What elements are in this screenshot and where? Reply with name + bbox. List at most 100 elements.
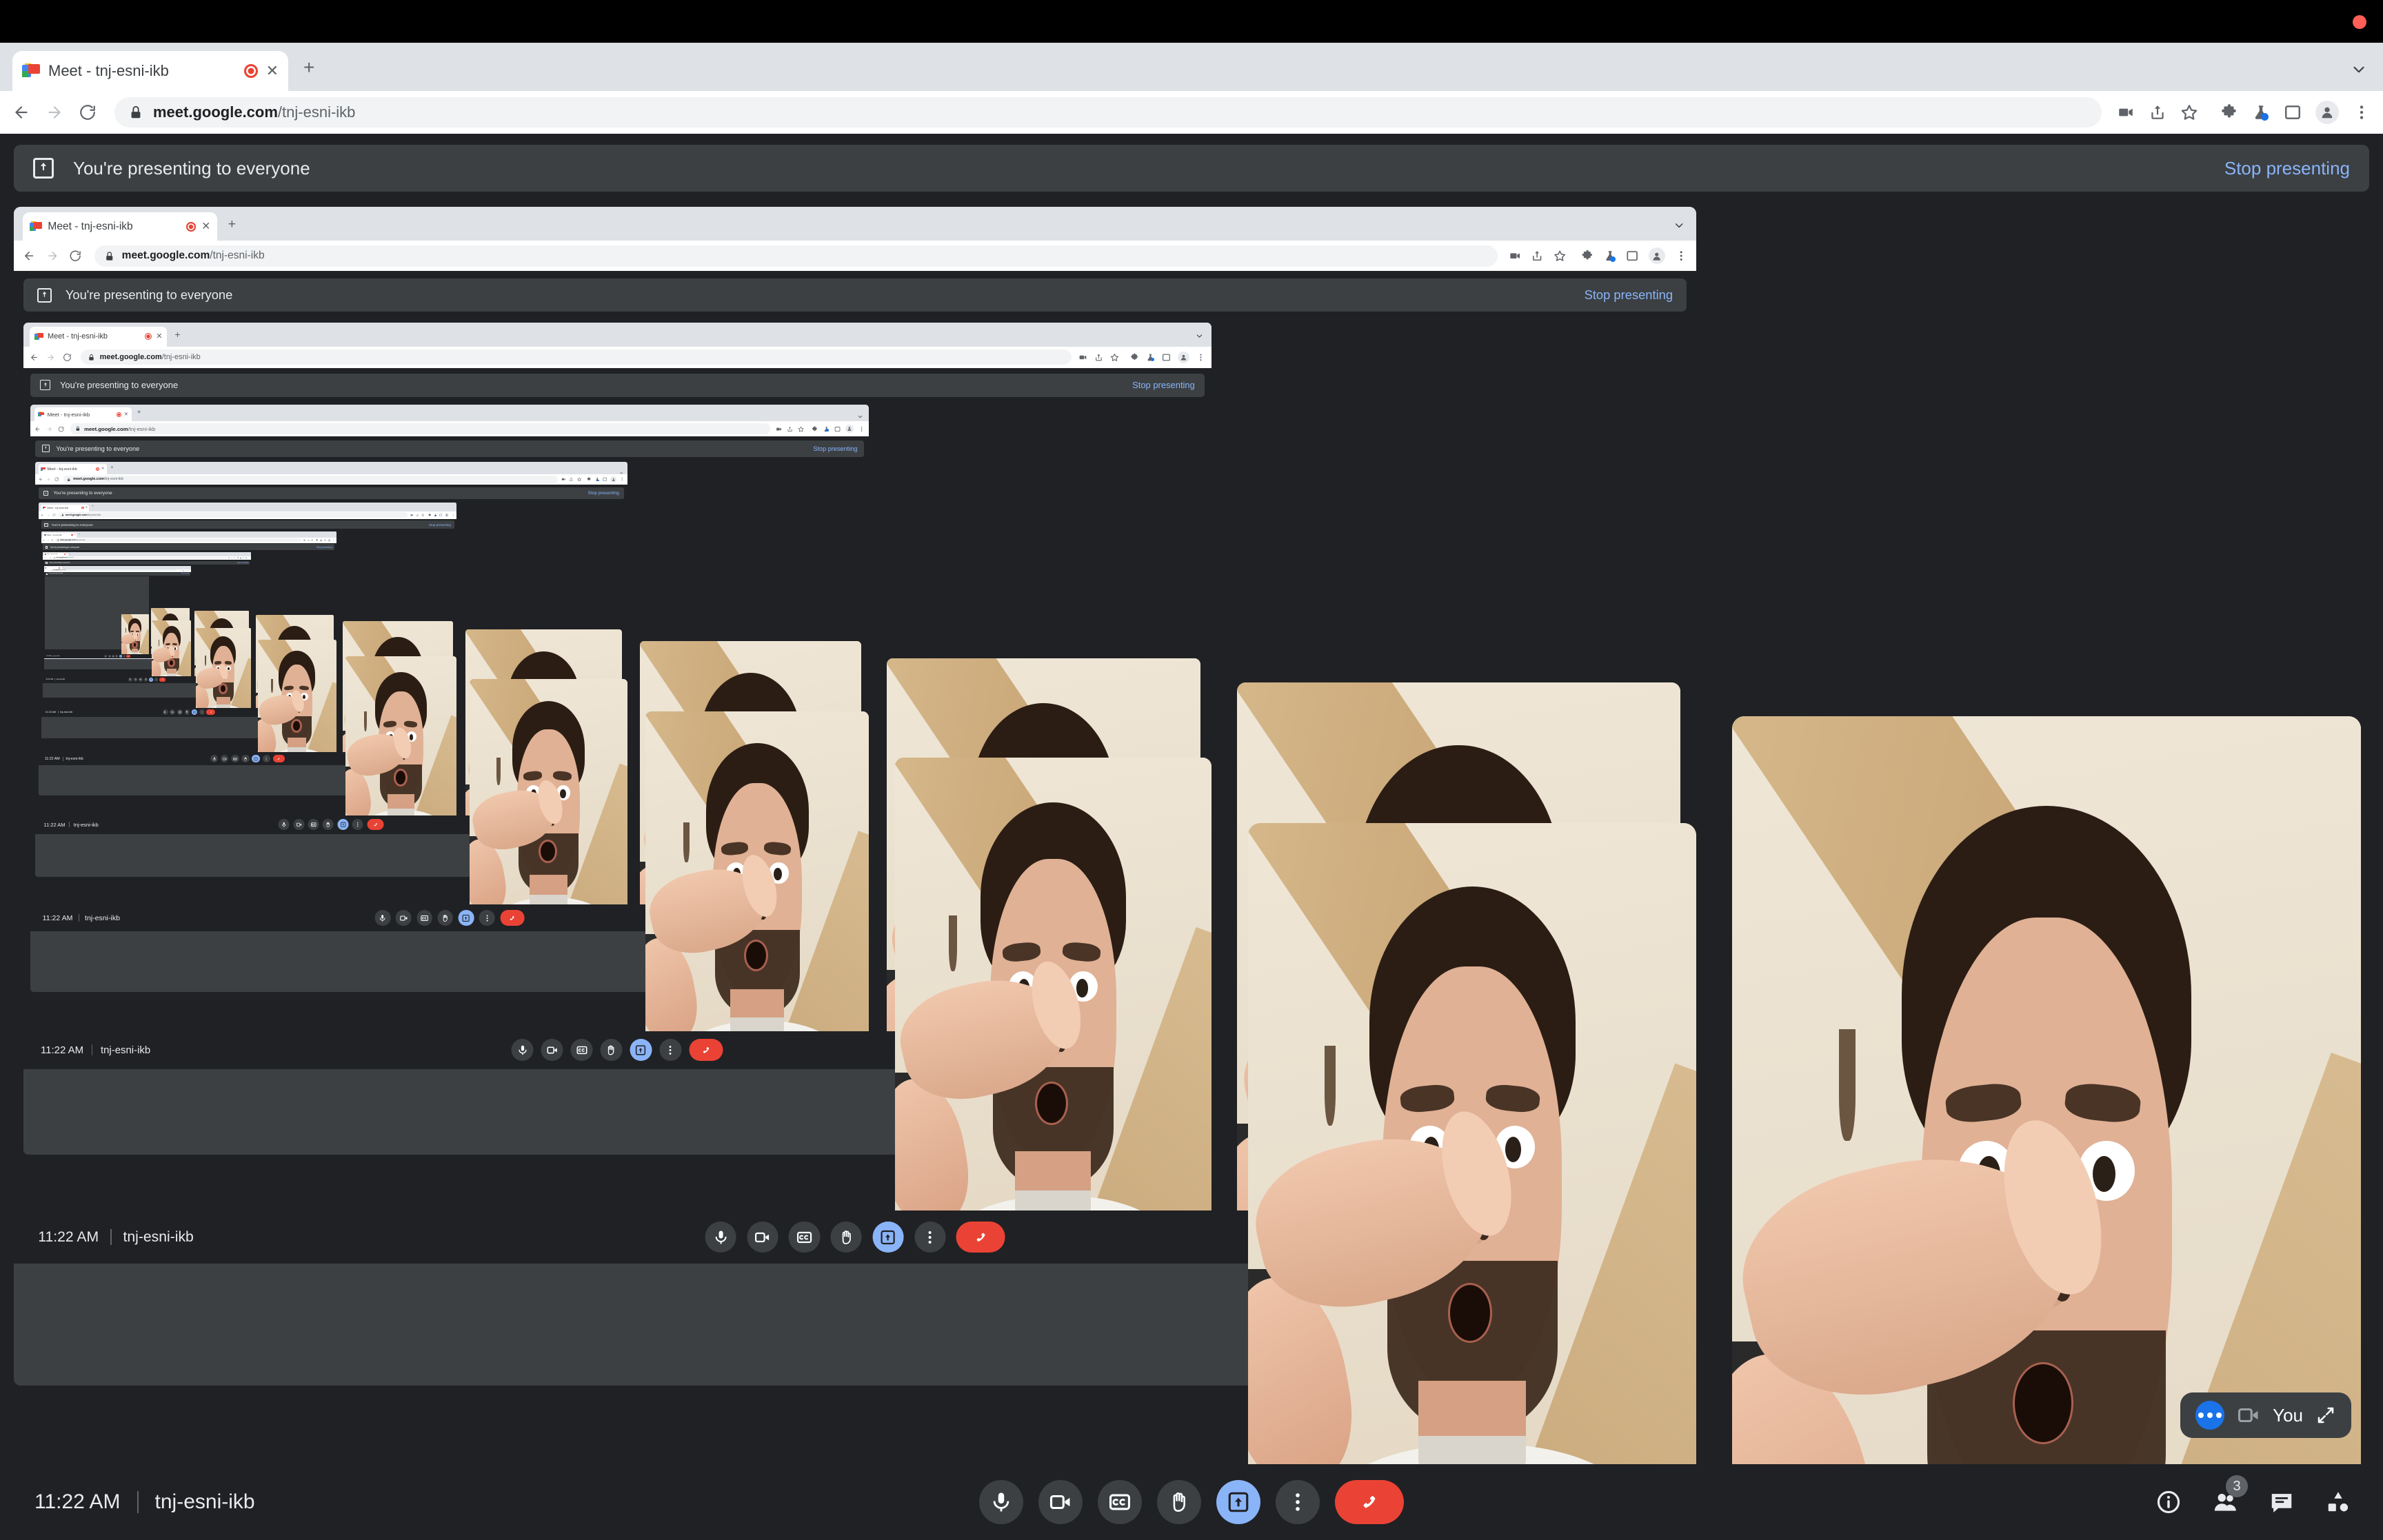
new-tab-button[interactable]: + — [303, 58, 314, 77]
recording-dot-icon[interactable] — [71, 534, 73, 536]
media-cast-icon[interactable] — [174, 570, 176, 571]
leave-call-button[interactable] — [500, 910, 525, 926]
captions-button[interactable] — [177, 709, 183, 716]
leave-call-button[interactable] — [689, 1039, 723, 1062]
more-options-button[interactable] — [122, 655, 125, 658]
close-icon[interactable]: ✕ — [101, 467, 105, 471]
chat-button[interactable] — [2269, 1489, 2295, 1515]
share-icon[interactable] — [1531, 250, 1543, 262]
self-view-pill[interactable]: You — [2180, 1392, 2351, 1438]
present-now-button[interactable] — [119, 655, 122, 658]
experiments-flask-icon[interactable] — [1604, 250, 1616, 262]
address-bar[interactable]: meet.google.com/tnj-esni-ikb — [59, 512, 408, 518]
leave-call-button[interactable] — [126, 655, 131, 658]
recording-dot-icon[interactable] — [95, 467, 99, 471]
side-panel-icon[interactable] — [242, 557, 244, 559]
raise-hand-button[interactable] — [143, 677, 148, 682]
raise-hand-button[interactable] — [241, 755, 250, 763]
reload-button[interactable] — [50, 557, 52, 559]
media-cast-icon[interactable] — [776, 426, 782, 432]
participant-tile-1[interactable]: François Beaufort — [195, 628, 252, 718]
raise-hand-button[interactable] — [115, 655, 119, 658]
new-tab-button[interactable]: + — [110, 465, 113, 471]
forward-button[interactable] — [47, 514, 50, 517]
experiments-flask-icon[interactable] — [434, 514, 437, 517]
participant-tile-1[interactable]: François Beaufort — [470, 678, 627, 931]
bookmark-star-icon[interactable] — [179, 569, 180, 571]
profile-avatar-icon[interactable] — [2315, 101, 2339, 124]
back-button[interactable] — [43, 557, 46, 559]
profile-avatar-icon[interactable] — [187, 569, 189, 571]
profile-avatar-icon[interactable] — [845, 425, 854, 434]
address-bar[interactable]: meet.google.com/tnj-esni-ikb — [52, 556, 227, 560]
profile-avatar-icon[interactable] — [245, 556, 248, 559]
microphone-button[interactable] — [128, 677, 132, 682]
present-now-button[interactable] — [337, 819, 349, 831]
leave-call-button[interactable] — [367, 819, 384, 831]
extensions-puzzle-icon[interactable] — [2220, 103, 2238, 121]
experiments-flask-icon[interactable] — [2252, 103, 2270, 121]
reload-button[interactable] — [50, 539, 53, 541]
profile-avatar-icon[interactable] — [1648, 247, 1665, 265]
camera-button[interactable] — [170, 709, 176, 716]
leave-call-button[interactable] — [272, 755, 285, 763]
participant-tile-1[interactable]: François Beaufort — [121, 614, 149, 659]
close-icon[interactable]: ✕ — [201, 221, 210, 232]
raise-hand-button[interactable] — [437, 910, 454, 926]
side-panel-icon[interactable] — [603, 477, 607, 481]
reload-button[interactable] — [48, 569, 50, 571]
stop-presenting-button[interactable]: Stop presenting — [237, 563, 248, 564]
experiments-flask-icon[interactable] — [320, 539, 323, 542]
profile-avatar-icon[interactable] — [445, 513, 450, 518]
chrome-menu-icon[interactable] — [452, 514, 455, 517]
share-icon[interactable] — [787, 426, 793, 432]
raise-hand-button[interactable] — [830, 1222, 862, 1253]
extensions-puzzle-icon[interactable] — [237, 557, 239, 559]
participant-tile-1[interactable]: François Beaufort — [345, 656, 457, 834]
microphone-button[interactable] — [512, 1039, 534, 1062]
new-tab-button[interactable]: + — [79, 533, 80, 536]
more-options-button[interactable] — [659, 1039, 682, 1062]
forward-button[interactable] — [47, 570, 48, 571]
address-bar[interactable]: meet.google.com/tnj-esni-ikb — [114, 97, 2102, 128]
camera-off-icon[interactable] — [2237, 1404, 2260, 1427]
chrome-menu-icon[interactable] — [620, 477, 624, 481]
browser-tab[interactable]: Meet - tnj-esni-ikb ✕ — [41, 504, 90, 511]
chrome-menu-icon[interactable] — [1675, 250, 1687, 262]
chrome-menu-icon[interactable] — [248, 557, 250, 559]
raise-hand-button[interactable] — [600, 1039, 623, 1062]
present-now-button[interactable] — [192, 709, 197, 716]
more-options-button[interactable] — [154, 677, 159, 682]
experiments-flask-icon[interactable] — [1146, 353, 1155, 362]
participant-tile-1[interactable]: François Beaufort — [257, 640, 336, 766]
media-cast-icon[interactable] — [410, 514, 414, 517]
expand-icon[interactable] — [2315, 1405, 2336, 1426]
close-icon[interactable]: ✕ — [156, 332, 162, 341]
stop-presenting-button[interactable]: Stop presenting — [1585, 287, 1673, 303]
extensions-puzzle-icon[interactable] — [587, 477, 591, 481]
recording-dot-icon[interactable] — [63, 554, 66, 556]
participant-tile-1[interactable]: François Beaufort — [1248, 823, 1696, 1540]
side-panel-icon[interactable] — [1626, 250, 1638, 262]
more-options-button[interactable] — [479, 910, 495, 926]
chrome-menu-icon[interactable] — [332, 539, 334, 541]
extensions-puzzle-icon[interactable] — [812, 425, 818, 432]
captions-button[interactable] — [308, 819, 319, 831]
camera-button[interactable] — [1038, 1480, 1083, 1524]
address-bar[interactable]: meet.google.com/tnj-esni-ikb — [94, 245, 1498, 267]
captions-button[interactable] — [139, 677, 143, 682]
more-options-button[interactable] — [199, 709, 205, 716]
bookmark-star-icon[interactable] — [2180, 103, 2198, 121]
profile-avatar-icon[interactable] — [328, 538, 331, 542]
back-button[interactable] — [41, 514, 44, 517]
bookmark-star-icon[interactable] — [233, 557, 235, 559]
side-panel-icon[interactable] — [185, 570, 186, 571]
share-icon[interactable] — [231, 557, 232, 559]
share-icon[interactable] — [2149, 103, 2166, 121]
more-options-button[interactable] — [1276, 1480, 1320, 1524]
bookmark-star-icon[interactable] — [1110, 353, 1119, 362]
participant-tile-1[interactable]: François Beaufort — [645, 711, 869, 1069]
leave-call-button[interactable] — [159, 677, 166, 682]
recording-dot-icon[interactable] — [185, 221, 196, 232]
present-now-button[interactable] — [1216, 1480, 1260, 1524]
